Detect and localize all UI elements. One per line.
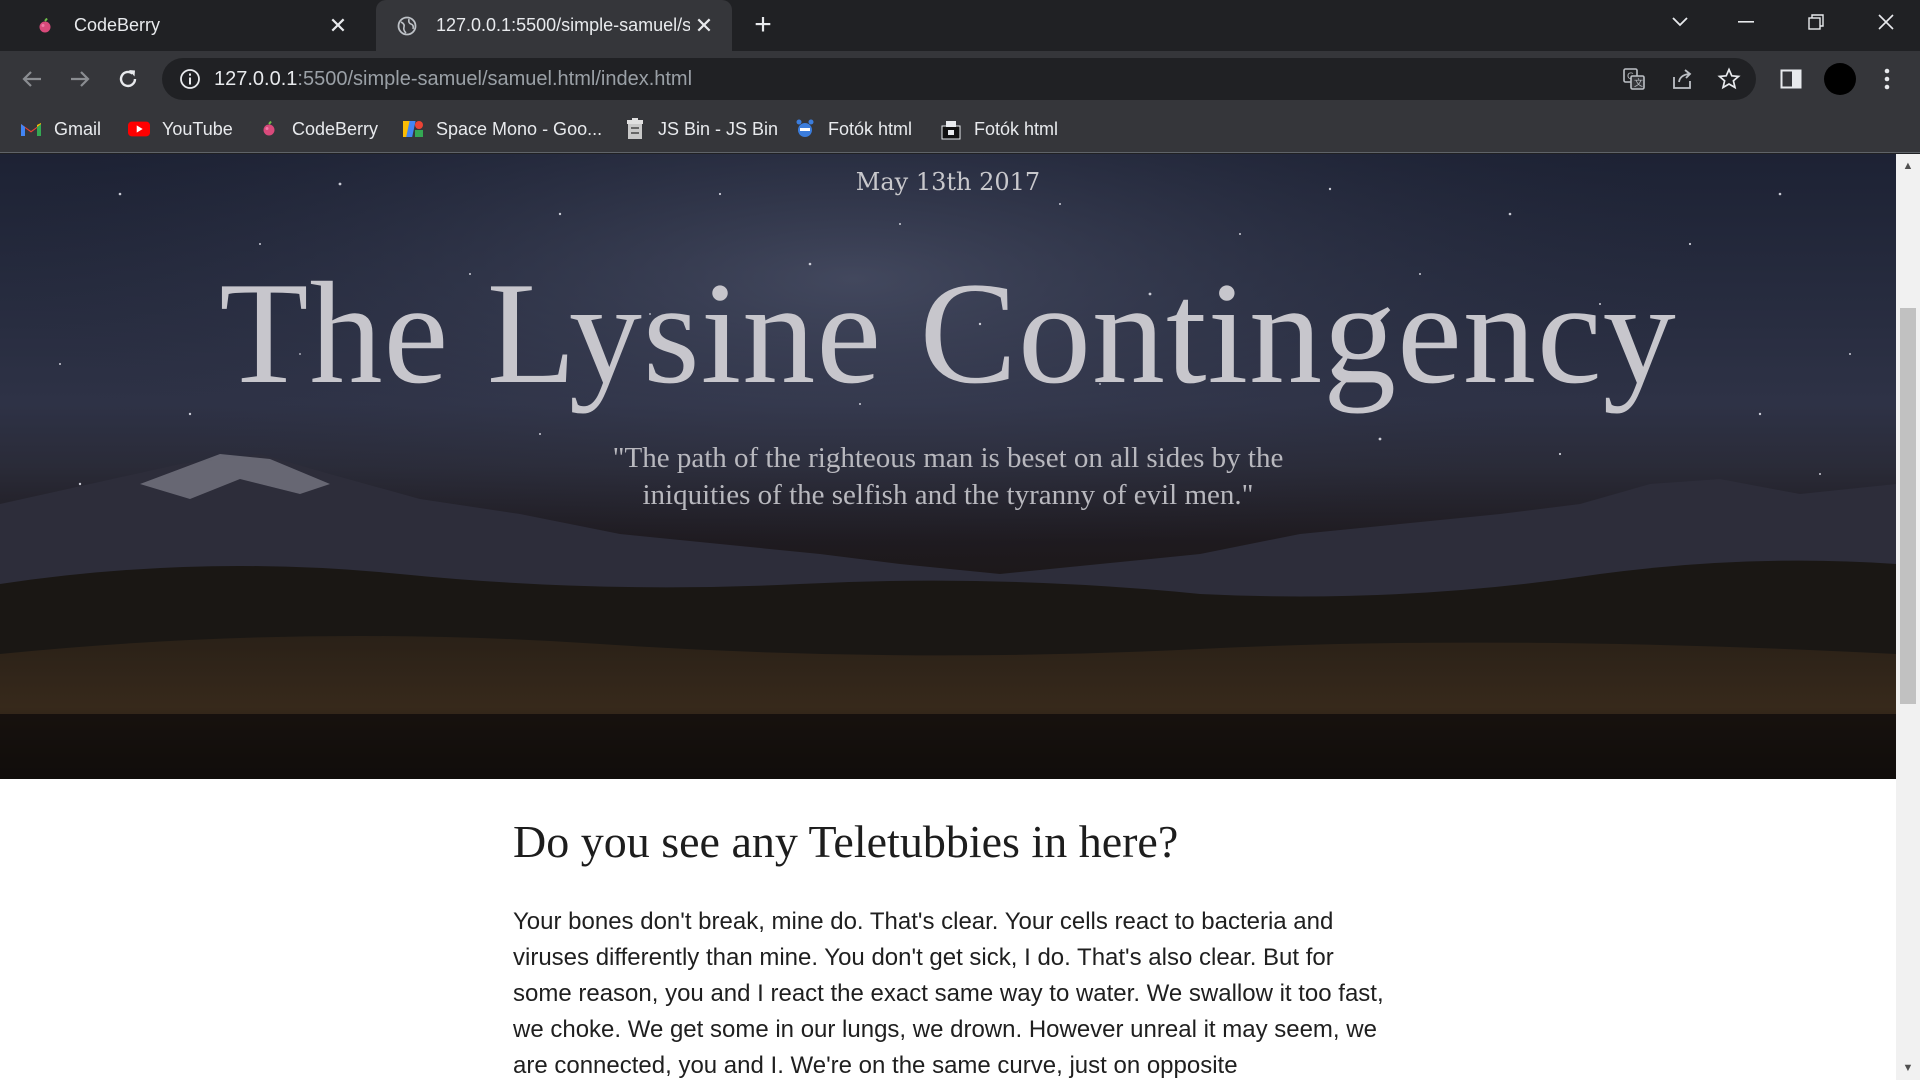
url-path: :5500/simple-samuel/samuel.html/index.ht… <box>297 67 693 90</box>
bookmarks-bar: Gmail YouTube CodeBerry Space Mono - Goo… <box>0 105 1920 153</box>
close-tab-icon[interactable]: ✕ <box>324 12 352 40</box>
page-scrollbar[interactable]: ▲ ▼ <box>1896 154 1920 1080</box>
tab-localhost[interactable]: 127.0.0.1:5500/simple-samuel/sam ✕ <box>376 0 732 51</box>
google-fonts-icon <box>402 118 424 140</box>
codeberry-icon <box>34 15 56 37</box>
site-info-icon[interactable] <box>178 67 202 91</box>
svg-text:文: 文 <box>1634 77 1643 89</box>
bookmark-fotok-1[interactable]: Fotók html <box>794 115 912 143</box>
tab-codeberry[interactable]: CodeBerry ✕ <box>14 0 366 51</box>
translate-icon[interactable]: G文 <box>1619 64 1649 94</box>
scroll-up-arrow-icon[interactable]: ▲ <box>1902 160 1914 172</box>
codeberry-icon <box>258 118 280 140</box>
bookmark-jsbin[interactable]: JS Bin - JS Bin <box>624 115 778 143</box>
article-body: Do you see any Teletubbies in here? Your… <box>513 814 1393 1080</box>
minimize-icon[interactable] <box>1716 0 1776 44</box>
menu-icon[interactable] <box>1872 64 1902 94</box>
bookmark-label: CodeBerry <box>292 118 379 139</box>
tab-title: 127.0.0.1:5500/simple-samuel/sam <box>436 15 690 35</box>
hero-section: May 13th 2017 The Lysine Contingency "Th… <box>0 154 1896 779</box>
restore-icon[interactable] <box>1786 0 1846 44</box>
scroll-down-arrow-icon[interactable]: ▼ <box>1902 1062 1914 1074</box>
article-paragraph: Your bones don't break, mine do. That's … <box>513 908 1384 1079</box>
profile-avatar[interactable] <box>1823 62 1857 96</box>
page-viewport: May 13th 2017 The Lysine Contingency "Th… <box>0 154 1896 1080</box>
bookmark-label: Fotók html <box>974 118 1059 139</box>
back-button[interactable] <box>16 63 48 95</box>
bookmark-label: JS Bin - JS Bin <box>658 118 779 139</box>
hero-quote: "The path of the righteous man is beset … <box>612 442 1284 511</box>
close-tab-icon[interactable]: ✕ <box>690 12 718 40</box>
page-title: The Lysine Contingency <box>219 252 1677 414</box>
bookmark-codeberry[interactable]: CodeBerry <box>258 115 378 143</box>
fotok-icon <box>940 118 962 140</box>
fotok-icon <box>794 118 816 140</box>
new-tab-button[interactable]: + <box>748 10 778 41</box>
bookmark-label: Fotók html <box>828 118 913 139</box>
bookmark-label: Space Mono - Goo... <box>436 118 603 139</box>
scrollbar-thumb[interactable] <box>1900 308 1916 704</box>
bookmark-gmail[interactable]: Gmail <box>20 115 101 143</box>
bookmark-space-mono[interactable]: Space Mono - Goo... <box>402 115 602 143</box>
url-host: 127.0.0.1 <box>214 67 298 90</box>
article-heading: Do you see any Teletubbies in here? <box>513 816 1179 867</box>
address-bar[interactable]: 127.0.0.1:5500/simple-samuel/samuel.html… <box>162 58 1756 100</box>
browser-toolbar: 127.0.0.1:5500/simple-samuel/samuel.html… <box>0 51 1920 105</box>
post-date: May 13th 2017 <box>855 168 1041 196</box>
bookmark-label: YouTube <box>162 118 233 139</box>
bookmark-youtube[interactable]: YouTube <box>128 115 233 143</box>
reload-button[interactable] <box>112 63 144 95</box>
youtube-icon <box>128 118 150 140</box>
tab-title: CodeBerry <box>74 15 161 35</box>
tab-strip: CodeBerry ✕ 127.0.0.1:5500/simple-samuel… <box>0 0 1920 51</box>
close-window-icon[interactable] <box>1856 0 1916 44</box>
forward-button[interactable] <box>64 63 96 95</box>
url-text: 127.0.0.1:5500/simple-samuel/samuel.html… <box>214 68 692 91</box>
globe-icon <box>396 15 418 37</box>
tab-search-icon[interactable] <box>1650 0 1710 44</box>
jsbin-icon <box>624 118 646 140</box>
bookmark-fotok-2[interactable]: Fotók html <box>940 115 1058 143</box>
side-panel-icon[interactable] <box>1776 64 1806 94</box>
bookmark-star-icon[interactable] <box>1714 64 1744 94</box>
share-icon[interactable] <box>1667 64 1697 94</box>
gmail-icon <box>20 118 42 140</box>
bookmark-label: Gmail <box>54 118 102 139</box>
